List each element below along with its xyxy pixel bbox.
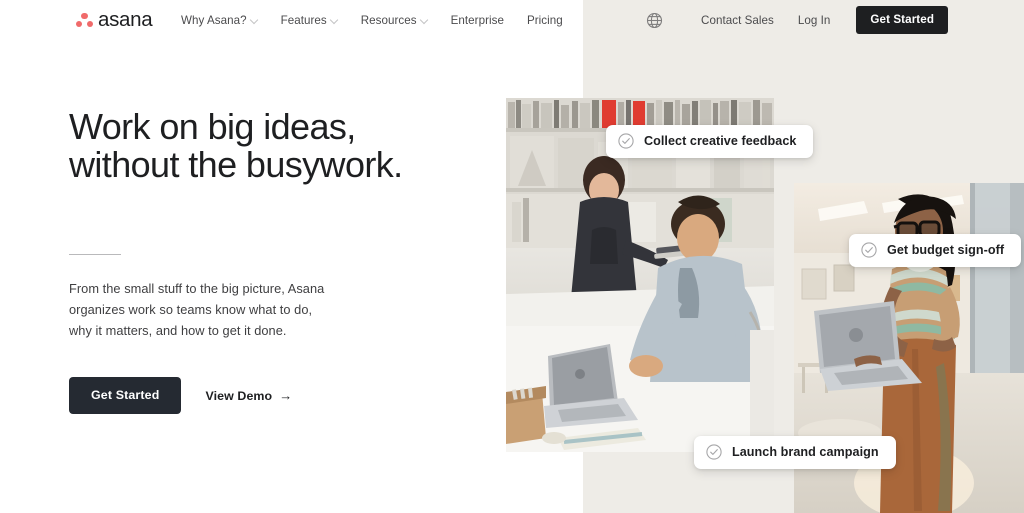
asana-logo[interactable]: asana: [76, 8, 153, 32]
hero-divider: [69, 254, 121, 255]
nav-item-enterprise[interactable]: Enterprise: [451, 14, 504, 27]
nav-item-features-label: Features: [280, 13, 327, 27]
contact-sales-link[interactable]: Contact Sales: [701, 14, 774, 27]
check-circle-icon: [706, 444, 722, 460]
nav-item-resources[interactable]: Resources: [361, 14, 428, 27]
task-pill-label: Launch brand campaign: [732, 445, 879, 459]
page-title: Work on big ideas, without the busywork.: [69, 106, 403, 185]
check-circle-icon: [618, 133, 634, 149]
asana-logo-wordmark: asana: [98, 8, 153, 31]
task-pill-get-budget-sign-off[interactable]: Get budget sign-off: [849, 234, 1022, 267]
asana-logo-dots-icon: [76, 12, 93, 28]
hero-subcopy: From the small stuff to the big picture,…: [69, 281, 325, 338]
nav-item-features[interactable]: Features: [281, 14, 338, 27]
task-pill-launch-brand-campaign[interactable]: Launch brand campaign: [694, 436, 896, 469]
task-pill-label: Get budget sign-off: [887, 243, 1005, 257]
primary-nav-items: Why Asana? Features Resources Enterprise…: [181, 0, 563, 40]
view-demo-link[interactable]: View Demo →: [205, 389, 292, 403]
secondary-nav-items: Contact Sales Log In Get Started: [646, 0, 948, 40]
hero-content: Work on big ideas, without the busywork.…: [69, 108, 499, 414]
nav-item-why-asana-label: Why Asana?: [181, 13, 247, 27]
nav-item-pricing-label: Pricing: [526, 13, 563, 27]
nav-item-resources-label: Resources: [360, 13, 417, 27]
view-demo-label: View Demo: [205, 388, 273, 403]
chevron-down-icon: [421, 17, 428, 24]
check-circle-icon: [861, 242, 877, 258]
arrow-right-icon: →: [279, 388, 293, 403]
chevron-down-icon: [251, 17, 258, 24]
hero-get-started-button[interactable]: Get Started: [69, 377, 182, 414]
nav-item-enterprise-label: Enterprise: [450, 13, 504, 27]
task-pill-collect-creative-feedback[interactable]: Collect creative feedback: [606, 125, 814, 158]
hero-cta-row: Get Started View Demo →: [69, 377, 499, 414]
log-in-link[interactable]: Log In: [798, 14, 831, 27]
nav-get-started-button[interactable]: Get Started: [856, 6, 948, 34]
nav-item-pricing[interactable]: Pricing: [527, 14, 563, 27]
nav-item-why-asana[interactable]: Why Asana?: [181, 14, 258, 27]
globe-icon[interactable]: [646, 12, 663, 29]
asana-marketing-homepage: asana Why Asana? Features Resources Ente…: [0, 0, 1024, 513]
top-navigation-bar: asana Why Asana? Features Resources Ente…: [0, 0, 1024, 40]
chevron-down-icon: [331, 17, 338, 24]
task-pill-label: Collect creative feedback: [644, 134, 797, 148]
